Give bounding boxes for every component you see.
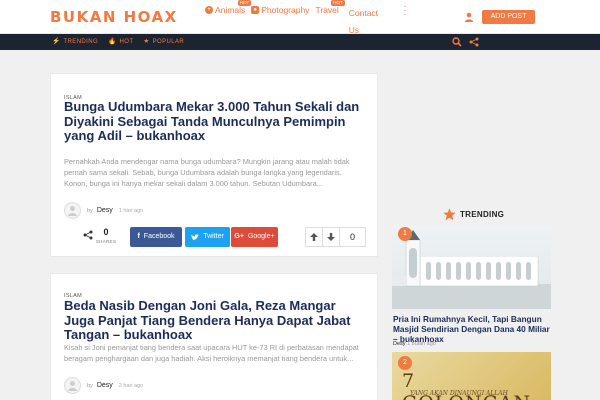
avatar[interactable] — [64, 202, 81, 219]
button-label: Facebook — [143, 233, 175, 240]
post-card: ISLAM Bunga Udumbara Mekar 3.000 Tahun S… — [50, 73, 378, 257]
share-count: 0 SHARES — [93, 227, 119, 244]
hot-badge: HOT — [237, 0, 252, 6]
upvote-button[interactable] — [306, 228, 323, 246]
mosque-image — [392, 230, 551, 309]
nav-label: Animals — [215, 5, 246, 15]
avatar[interactable] — [64, 377, 81, 394]
author-name[interactable]: Desy — [97, 382, 113, 389]
downvote-button[interactable] — [323, 228, 340, 246]
trending-title[interactable]: Pria Ini Rumahnya Kecil, Tapi Bangun Mas… — [393, 314, 551, 344]
star-icon — [443, 208, 456, 221]
share-row: 0 SHARES f Facebook Twitter G+ Google+ 0 — [64, 227, 366, 247]
post-excerpt: Kisah si Joni pemanjat tiang bendera saa… — [64, 343, 359, 363]
google-plus-icon: G+ — [234, 233, 244, 240]
facebook-share-button[interactable]: f Facebook — [130, 227, 182, 247]
trending-meta: Desy 1 bulan ago — [393, 341, 436, 347]
user-icon — [68, 381, 77, 391]
share-icon[interactable] — [469, 37, 479, 47]
lightning-icon: ⚡ — [52, 38, 61, 45]
subnav-label: HOT — [119, 39, 134, 45]
share-icon — [83, 230, 93, 240]
twitter-icon — [191, 233, 200, 240]
nav-label: Travel — [315, 5, 339, 15]
add-post-button[interactable]: ADD POST — [482, 10, 535, 24]
flame-icon: 🔥 — [108, 38, 117, 45]
arrow-down-icon — [327, 233, 335, 241]
vote-count: 0 — [349, 232, 355, 242]
sub-nav-bar: ⚡ TRENDING 🔥 HOT ★ POPULAR — [0, 34, 600, 50]
post-time: 1 bulan ago — [407, 341, 436, 347]
subnav-hot[interactable]: 🔥 HOT — [108, 34, 133, 50]
by-label: by — [87, 207, 93, 214]
post-meta: by Desy 2 hari ago — [64, 377, 143, 394]
post-time: 2 hari ago — [118, 382, 144, 389]
thumbnail-subheading: YANG AKAN DINAUNGI ALLAH — [410, 390, 508, 397]
google-plus-share-button[interactable]: G+ Google+ — [231, 227, 278, 247]
star-icon: ★ — [143, 38, 150, 45]
hot-badge: HOT — [331, 0, 345, 6]
share-count-label: SHARES — [95, 239, 117, 244]
subnav-popular[interactable]: ★ POPULAR — [143, 34, 184, 50]
trending-thumbnail[interactable]: 7 GOLONGAN YANG AKAN DINAUNGI ALLAH — [392, 352, 551, 400]
post-card: ISLAM Beda Nasib Dengan Joni Gala, Reza … — [50, 273, 378, 400]
trending-heading: TRENDING — [443, 208, 504, 221]
plus-circle-icon: + — [205, 6, 213, 14]
post-title[interactable]: Beda Nasib Dengan Joni Gala, Reza Mangar… — [64, 298, 364, 343]
button-label: Google+ — [247, 233, 275, 240]
facebook-icon: f — [137, 233, 140, 240]
arrow-up-icon — [310, 233, 318, 241]
button-label: Twitter — [203, 233, 224, 240]
trending-label: TRENDING — [460, 210, 505, 219]
twitter-share-button[interactable]: Twitter — [185, 227, 230, 247]
vote-box: 0 — [305, 227, 366, 247]
user-icon[interactable] — [464, 12, 474, 22]
top-header: BUKAN HOAX + Animals HOT ● Photography T… — [0, 0, 600, 35]
subnav-trending[interactable]: ⚡ TRENDING — [52, 34, 98, 50]
trending-rank: 2 — [398, 356, 412, 370]
by-label: by — [87, 382, 93, 389]
search-icon[interactable] — [452, 37, 462, 47]
subnav-label: POPULAR — [152, 39, 185, 45]
author-name[interactable]: Desy — [97, 207, 113, 214]
post-title[interactable]: Bunga Udumbara Mekar 3.000 Tahun Sekali … — [64, 99, 364, 144]
post-meta: by Desy 1 hari ago — [64, 202, 143, 219]
post-time: 1 hari ago — [118, 207, 144, 214]
subnav-label: TRENDING — [63, 39, 99, 45]
nav-label: Photography — [261, 5, 310, 15]
author-name[interactable]: Desy — [393, 341, 406, 347]
user-icon — [68, 206, 77, 216]
more-menu-icon[interactable]: · · · — [403, 2, 407, 19]
share-count-value: 0 — [103, 227, 109, 237]
site-logo[interactable]: BUKAN HOAX — [50, 8, 178, 26]
camera-icon: ● — [251, 6, 260, 14]
post-excerpt: Pernahkah Anda mendengar nama bunga udum… — [64, 157, 350, 188]
trending-thumbnail[interactable] — [392, 226, 551, 309]
trending-rank: 1 — [398, 227, 412, 241]
